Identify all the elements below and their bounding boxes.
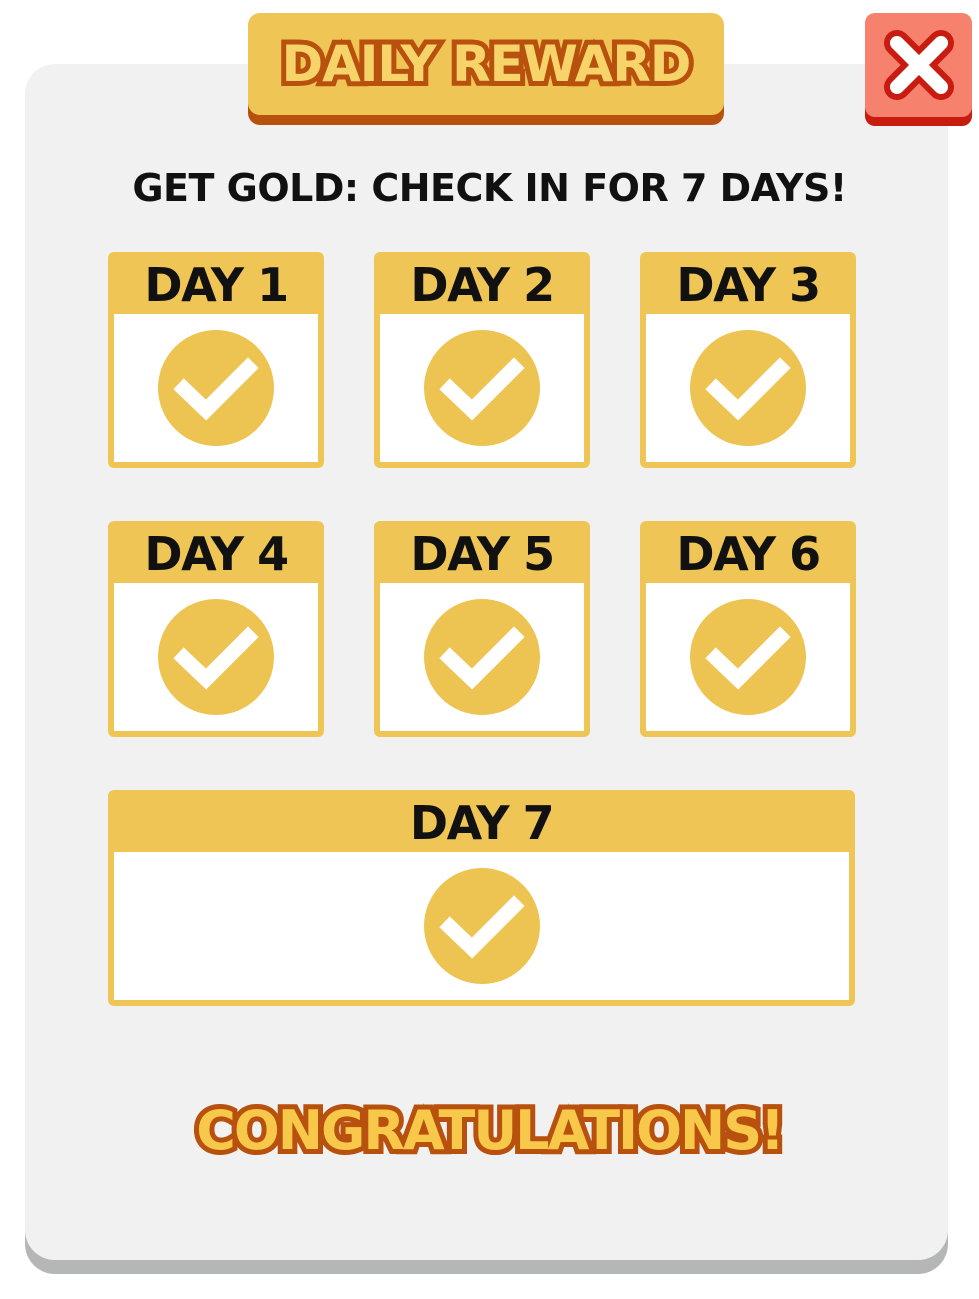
day-card-4[interactable]: DAY 4 <box>108 521 324 737</box>
day-card-1[interactable]: DAY 1 <box>108 252 324 468</box>
day-card-5[interactable]: DAY 5 <box>374 521 590 737</box>
day-label: DAY 4 <box>144 527 289 581</box>
day-body <box>114 583 318 731</box>
day-body <box>646 314 850 462</box>
day-label: DAY 3 <box>676 258 821 312</box>
page-title: DAILY REWARD <box>277 34 697 94</box>
day-body <box>114 852 849 1000</box>
day-label: DAY 6 <box>676 527 821 581</box>
day-card-6[interactable]: DAY 6 <box>640 521 856 737</box>
day-label: DAY 7 <box>409 796 555 850</box>
day-label: DAY 2 <box>410 258 555 312</box>
day-body <box>646 583 850 731</box>
close-button[interactable] <box>865 13 972 117</box>
check-icon <box>690 599 806 715</box>
congratulations-text: CONGRATULATIONS! <box>191 1094 789 1167</box>
subtitle: GET GOLD: CHECK IN FOR 7 DAYS! <box>132 166 847 210</box>
day-label: DAY 5 <box>410 527 555 581</box>
check-icon <box>158 330 274 446</box>
check-icon <box>424 599 540 715</box>
close-icon <box>883 30 954 100</box>
day-body <box>380 583 584 731</box>
check-icon <box>423 868 540 984</box>
check-icon <box>158 599 274 715</box>
day-body <box>114 314 318 462</box>
day-body <box>380 314 584 462</box>
check-icon <box>424 330 540 446</box>
day-label: DAY 1 <box>144 258 289 312</box>
title-banner: DAILY REWARD <box>248 13 724 115</box>
day-card-2[interactable]: DAY 2 <box>374 252 590 468</box>
check-icon <box>690 330 806 446</box>
day-card-7[interactable]: DAY 7 <box>108 790 855 1006</box>
day-card-3[interactable]: DAY 3 <box>640 252 856 468</box>
